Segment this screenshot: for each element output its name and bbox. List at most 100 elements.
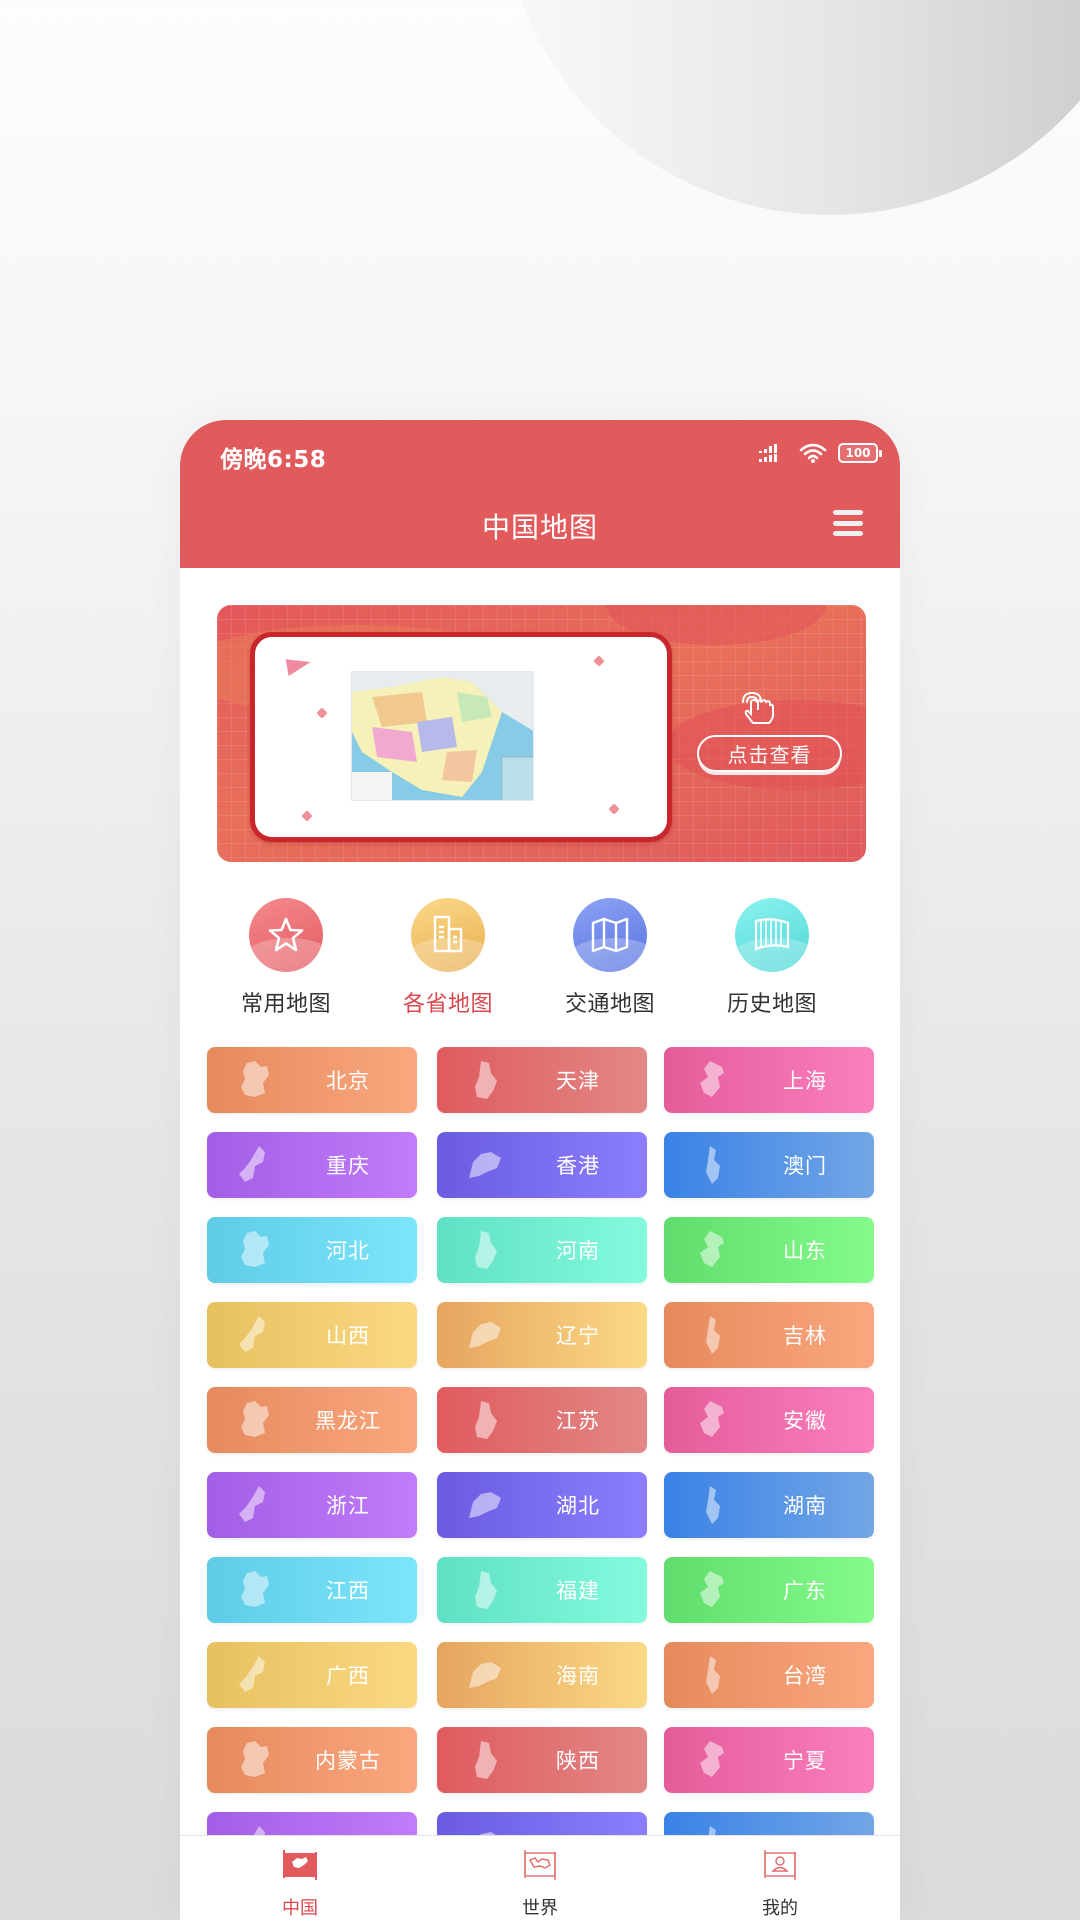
- china-map-thumbnail: [351, 671, 534, 801]
- profile-scroll-icon: [764, 1850, 796, 1880]
- province-tile[interactable]: 重庆: [207, 1132, 417, 1198]
- province-label: 江西: [326, 1579, 370, 1603]
- status-time: 傍晚6:58: [220, 447, 327, 473]
- province-tile[interactable]: 浙江: [207, 1472, 417, 1538]
- nav-tab-china[interactable]: 中国: [180, 1836, 420, 1920]
- province-tile[interactable]: 上海: [664, 1047, 874, 1113]
- province-tile[interactable]: 陕西: [437, 1727, 647, 1793]
- province-label: 广东: [783, 1579, 827, 1603]
- province-tile[interactable]: 安徽: [664, 1387, 874, 1453]
- province-tile[interactable]: 江苏: [437, 1387, 647, 1453]
- province-outline-icon: [241, 1571, 269, 1607]
- category-icon-circle: [573, 898, 647, 972]
- status-icons: 100: [758, 442, 882, 464]
- province-tile[interactable]: 黑龙江: [207, 1387, 417, 1453]
- category-traffic-maps[interactable]: 交通地图: [550, 898, 670, 1018]
- province-outline-icon: [706, 1316, 720, 1354]
- sparkle-icon: [608, 803, 620, 815]
- world-scroll-icon: [524, 1850, 556, 1880]
- province-tile[interactable]: 吉林: [664, 1302, 874, 1368]
- province-label: 内蒙古: [315, 1749, 381, 1773]
- province-tile[interactable]: 海南: [437, 1642, 647, 1708]
- province-outline-icon: [239, 1486, 265, 1522]
- province-label: 广西: [326, 1664, 370, 1688]
- star-icon: [268, 917, 304, 952]
- province-label: 吉林: [783, 1324, 827, 1348]
- province-tile[interactable]: 澳门: [664, 1132, 874, 1198]
- province-label: 江苏: [556, 1409, 600, 1433]
- province-label: 黑龙江: [315, 1409, 381, 1433]
- province-label: 湖南: [783, 1494, 827, 1518]
- sparkle-icon: [593, 655, 605, 667]
- province-tile[interactable]: 香港: [437, 1132, 647, 1198]
- province-outline-icon: [469, 1322, 501, 1348]
- app-header: 傍晚6:58 100 中国地图: [180, 420, 900, 568]
- province-tile[interactable]: 台湾: [664, 1642, 874, 1708]
- province-label: 辽宁: [556, 1324, 600, 1348]
- province-outline-icon: [239, 1656, 265, 1692]
- province-tile[interactable]: 江西: [207, 1557, 417, 1623]
- province-tile[interactable]: 辽宁: [437, 1302, 647, 1368]
- map-preview-card[interactable]: [250, 632, 672, 842]
- battery-level: 100: [845, 446, 871, 460]
- province-tile[interactable]: 北京: [207, 1047, 417, 1113]
- province-tile[interactable]: 宁夏: [664, 1727, 874, 1793]
- province-label: 浙江: [326, 1494, 370, 1518]
- province-label: 陕西: [556, 1749, 600, 1773]
- bottom-navigation: 中国 世界 我的: [180, 1835, 900, 1920]
- province-outline-icon: [241, 1741, 269, 1777]
- province-outline-icon: [241, 1231, 269, 1267]
- province-tile[interactable]: 天津: [437, 1047, 647, 1113]
- province-label: 上海: [783, 1069, 827, 1093]
- province-tile[interactable]: 广西: [207, 1642, 417, 1708]
- category-label: 交通地图: [564, 992, 655, 1017]
- province-label: 香港: [556, 1154, 600, 1178]
- province-tile[interactable]: 湖北: [437, 1472, 647, 1538]
- province-tile[interactable]: 河南: [437, 1217, 647, 1283]
- province-tile[interactable]: 广东: [664, 1557, 874, 1623]
- hamburger-menu-icon[interactable]: [833, 510, 863, 536]
- province-outline-icon: [475, 1571, 497, 1609]
- province-label: 北京: [326, 1069, 370, 1093]
- province-outline-icon: [700, 1401, 724, 1437]
- nav-tab-mine[interactable]: 我的: [660, 1836, 900, 1920]
- province-label: 澳门: [783, 1154, 827, 1178]
- view-map-button[interactable]: 点击查看: [697, 735, 842, 772]
- category-province-maps[interactable]: 各省地图: [388, 898, 508, 1018]
- province-tile[interactable]: 福建: [437, 1557, 647, 1623]
- province-outline-icon: [706, 1486, 720, 1524]
- category-icon-circle: [249, 898, 323, 972]
- province-label: 海南: [556, 1664, 600, 1688]
- category-label: 各省地图: [402, 992, 493, 1017]
- nav-label: 中国: [282, 1898, 318, 1919]
- province-outline-icon: [469, 1492, 501, 1518]
- category-label: 常用地图: [240, 992, 331, 1017]
- province-tile[interactable]: 河北: [207, 1217, 417, 1283]
- province-outline-icon: [475, 1741, 497, 1779]
- tap-hand-icon: [742, 691, 775, 724]
- category-history-maps[interactable]: 历史地图: [712, 898, 832, 1018]
- province-outline-icon: [241, 1061, 269, 1097]
- signal-icon: [759, 444, 777, 462]
- province-tile[interactable]: 山东: [664, 1217, 874, 1283]
- china-map-banner[interactable]: 点击查看: [217, 605, 866, 862]
- province-label: 山西: [326, 1324, 370, 1348]
- province-outline-icon: [475, 1061, 497, 1099]
- province-outline-icon: [475, 1231, 497, 1269]
- wifi-icon: [799, 443, 827, 463]
- page-title: 中国地图: [481, 511, 598, 544]
- province-label: 重庆: [326, 1154, 370, 1178]
- category-label: 历史地图: [726, 992, 817, 1017]
- province-outline-icon: [700, 1571, 724, 1607]
- province-outline-icon: [475, 1401, 497, 1439]
- province-outline-icon: [706, 1656, 720, 1694]
- province-label: 安徽: [783, 1409, 827, 1433]
- province-tile[interactable]: 湖南: [664, 1472, 874, 1538]
- province-label: 山东: [783, 1239, 827, 1263]
- nav-label: 世界: [522, 1898, 558, 1919]
- category-common-maps[interactable]: 常用地图: [226, 898, 346, 1018]
- province-tile[interactable]: 山西: [207, 1302, 417, 1368]
- province-tile[interactable]: 内蒙古: [207, 1727, 417, 1793]
- battery-indicator: 100: [838, 443, 882, 463]
- nav-tab-world[interactable]: 世界: [420, 1836, 660, 1920]
